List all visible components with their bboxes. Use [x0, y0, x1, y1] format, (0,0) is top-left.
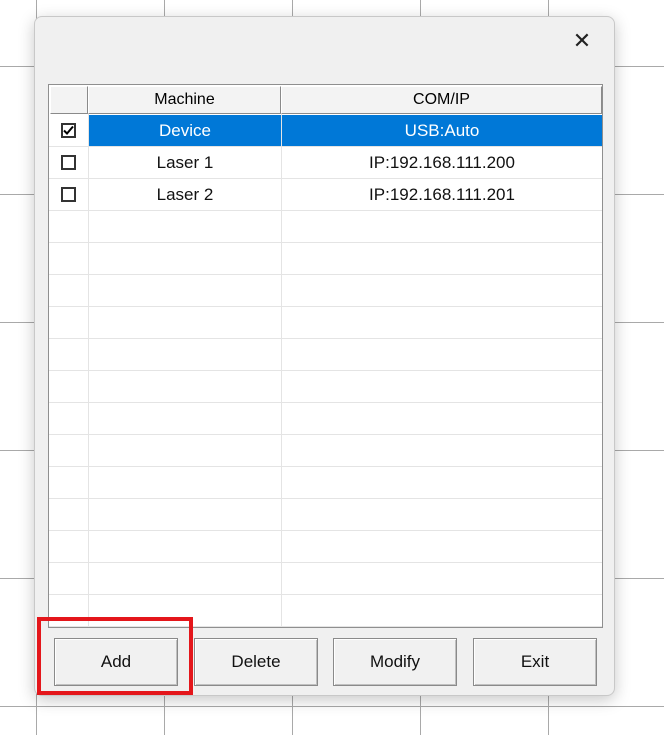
empty-row: [49, 307, 602, 339]
row-checkbox-cell[interactable]: [49, 115, 88, 146]
machine-list-dialog: ✕ Machine COM/IP Device USB:Auto Laser 1…: [34, 16, 615, 696]
com-ip-cell: IP:192.168.111.200: [369, 152, 515, 172]
table-row[interactable]: Laser 2 IP:192.168.111.201: [49, 179, 602, 211]
machine-cell: Laser 1: [156, 152, 214, 172]
row-checkbox-cell[interactable]: [49, 179, 88, 210]
empty-row: [49, 243, 602, 275]
com-ip-cell: IP:192.168.111.201: [369, 184, 515, 204]
empty-row: [49, 211, 602, 243]
empty-row: [49, 595, 602, 627]
modify-button[interactable]: Modify: [333, 638, 457, 686]
add-button[interactable]: Add: [54, 638, 178, 686]
checkbox-unchecked[interactable]: [61, 155, 76, 170]
checkmark-icon: [63, 125, 74, 135]
header-machine[interactable]: Machine: [88, 86, 281, 114]
machine-list[interactable]: Machine COM/IP Device USB:Auto Laser 1 I…: [48, 84, 603, 628]
checkbox-checked[interactable]: [61, 123, 76, 138]
empty-row: [49, 563, 602, 595]
com-ip-cell: USB:Auto: [282, 115, 602, 146]
header-check-column[interactable]: [50, 86, 88, 114]
empty-row: [49, 403, 602, 435]
empty-row: [49, 371, 602, 403]
empty-row: [49, 339, 602, 371]
empty-row: [49, 275, 602, 307]
row-checkbox-cell[interactable]: [49, 147, 88, 178]
header-com-ip[interactable]: COM/IP: [281, 86, 602, 114]
machine-cell: Device: [89, 115, 281, 146]
table-row[interactable]: Laser 1 IP:192.168.111.200: [49, 147, 602, 179]
close-icon: ✕: [572, 28, 592, 53]
empty-row: [49, 467, 602, 499]
exit-button[interactable]: Exit: [473, 638, 597, 686]
close-button[interactable]: ✕: [568, 27, 596, 55]
empty-row: [49, 435, 602, 467]
delete-button[interactable]: Delete: [194, 638, 318, 686]
checkbox-unchecked[interactable]: [61, 187, 76, 202]
empty-row: [49, 499, 602, 531]
machine-cell: Laser 2: [156, 184, 214, 204]
empty-row: [49, 531, 602, 563]
table-row[interactable]: Device USB:Auto: [49, 115, 602, 147]
